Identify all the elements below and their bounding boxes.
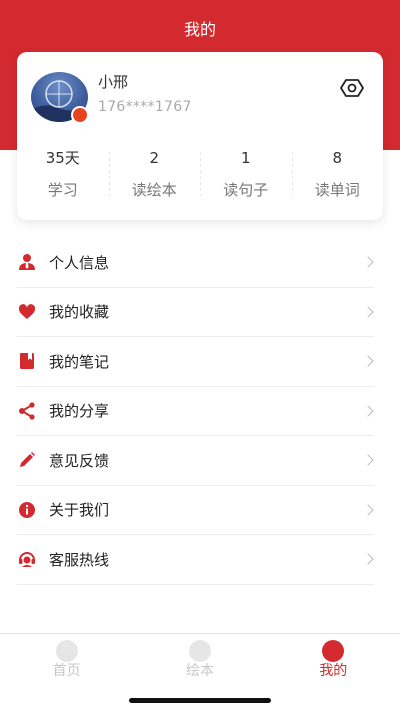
tab-mine[interactable]: 我的 (267, 634, 400, 711)
user-phone: 176****1767 (98, 99, 192, 115)
menu-item-hotline[interactable]: 客服热线 (17, 535, 374, 585)
book-icon (188, 640, 211, 662)
tab-label: 我的 (319, 663, 348, 679)
chevron-right-icon (362, 405, 374, 417)
stat-picture-books[interactable]: 2 读绘本 (108, 144, 201, 204)
stat-value: 1 (240, 149, 251, 167)
stat-value: 2 (149, 149, 160, 167)
menu-item-feedback[interactable]: 意见反馈 (17, 436, 374, 486)
tab-home[interactable]: 首页 (0, 634, 133, 711)
stat-label: 读句子 (223, 181, 269, 199)
menu-item-notes[interactable]: 我的笔记 (17, 337, 374, 387)
menu-item-favorites[interactable]: 我的收藏 (17, 288, 374, 337)
menu-item-label: 我的笔记 (49, 352, 110, 371)
stat-value: 8 (332, 149, 343, 167)
chevron-right-icon (362, 454, 374, 466)
settings-icon[interactable] (340, 76, 364, 100)
home-indicator (129, 698, 271, 703)
tab-label: 首页 (52, 663, 81, 679)
avatar-badge (71, 106, 89, 124)
pencil-icon (17, 450, 37, 470)
menu-item-label: 客服热线 (49, 550, 110, 569)
stat-label: 学习 (47, 181, 78, 199)
heart-icon (17, 302, 37, 322)
share-icon (17, 401, 37, 421)
stat-value: 35天 (45, 149, 80, 167)
chevron-right-icon (362, 504, 374, 516)
menu-item-label: 意见反馈 (49, 451, 110, 470)
stat-study[interactable]: 35天 学习 (17, 144, 109, 204)
chevron-right-icon (362, 306, 374, 318)
menu-item-label: 我的收藏 (49, 303, 110, 322)
menu-item-profile-info[interactable]: 个人信息 (17, 238, 374, 288)
menu-item-about[interactable]: 关于我们 (17, 486, 374, 535)
tab-label: 绘本 (185, 663, 214, 679)
chevron-right-icon (362, 553, 374, 565)
info-icon (17, 500, 37, 520)
chevron-right-icon (362, 355, 374, 367)
user-name: 小邢 (98, 73, 129, 91)
headset-icon (17, 549, 37, 569)
home-icon (55, 640, 78, 662)
notebook-icon (17, 351, 37, 371)
profile-card: 小邢 176****1767 35天 学习 2 读绘本 1 读句子 8 读单词 (17, 52, 383, 220)
menu-item-label: 个人信息 (49, 253, 110, 272)
stat-sentences[interactable]: 1 读句子 (200, 144, 292, 204)
menu-item-label: 我的分享 (49, 402, 110, 421)
stat-label: 读单词 (314, 181, 360, 199)
user-icon (17, 252, 37, 272)
stats-row: 35天 学习 2 读绘本 1 读句子 8 读单词 (17, 144, 383, 204)
menu-list: 个人信息 我的收藏 我的笔记 我的分享 意见反馈 关于我们 客服热线 (17, 238, 374, 585)
menu-item-share[interactable]: 我的分享 (17, 387, 374, 436)
profile-icon (322, 640, 345, 662)
chevron-right-icon (362, 256, 374, 268)
stat-words[interactable]: 8 读单词 (291, 144, 384, 204)
page-title: 我的 (183, 20, 216, 39)
stat-label: 读绘本 (131, 181, 177, 199)
menu-item-label: 关于我们 (49, 501, 110, 520)
